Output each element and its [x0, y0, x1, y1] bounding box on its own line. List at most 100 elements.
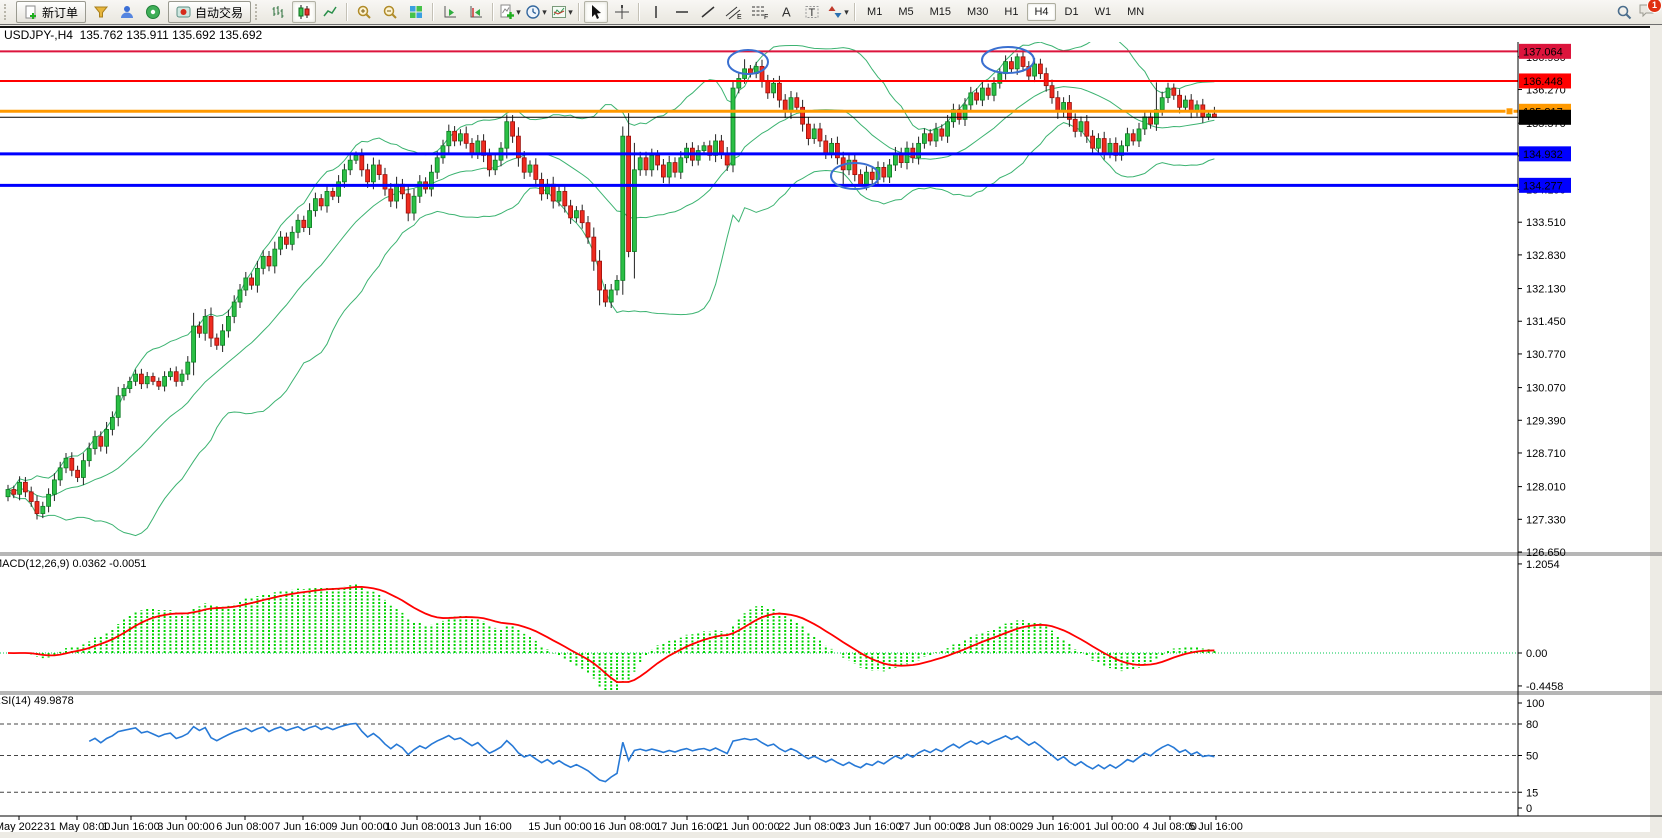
price-label-text: 137.064 — [1523, 46, 1563, 58]
toolbar-grip[interactable] — [255, 4, 262, 20]
candle — [151, 377, 155, 382]
macd-indicator-label: MACD(12,26,9) 0.0362 -0.0051 — [0, 558, 146, 570]
candle — [922, 134, 926, 144]
indicators-button[interactable]: ▾ — [498, 1, 522, 23]
candle — [412, 196, 416, 213]
candle — [302, 220, 306, 227]
candle — [569, 206, 573, 218]
price-tick-label: 130.070 — [1526, 383, 1566, 395]
search-icon[interactable] — [1616, 4, 1632, 20]
candle — [975, 93, 979, 100]
candle — [661, 165, 665, 177]
time-axis-label: 13 Jun 16:00 — [448, 821, 512, 832]
candle — [986, 88, 990, 95]
candle — [1073, 119, 1077, 131]
candle — [505, 122, 509, 148]
candle — [58, 468, 62, 480]
svg-text:A: A — [782, 5, 791, 20]
candle — [215, 338, 219, 345]
rsi-axis-label: 80 — [1526, 719, 1538, 731]
candle — [325, 191, 329, 205]
notifications-button[interactable]: 1 — [1638, 2, 1656, 23]
svg-text:E: E — [737, 14, 742, 20]
vertical-line-tool-button[interactable] — [644, 1, 668, 23]
timeframe-m15[interactable]: M15 — [923, 3, 958, 21]
candle — [371, 165, 375, 182]
candle — [1149, 117, 1153, 124]
periods-button[interactable]: ▾ — [524, 1, 548, 23]
time-axis-label: May 2022 — [0, 821, 43, 832]
candle — [35, 502, 39, 514]
candle — [679, 158, 683, 172]
label-tool-button[interactable]: T — [800, 1, 824, 23]
toolbar-grip[interactable] — [4, 4, 11, 20]
candle — [406, 194, 410, 213]
candle — [180, 374, 184, 381]
candle — [934, 129, 938, 141]
fibonacci-tool-button[interactable]: F — [748, 1, 772, 23]
market-button[interactable] — [115, 1, 139, 23]
candle — [476, 141, 480, 153]
candle — [806, 124, 810, 138]
candle — [574, 211, 578, 218]
channel-tool-button[interactable]: E — [722, 1, 746, 23]
candle — [534, 165, 538, 179]
timeframe-m1[interactable]: M1 — [860, 3, 889, 21]
candle — [1166, 88, 1170, 98]
candle — [586, 223, 590, 237]
price-chart[interactable]: 136.950136.270135.570134.890134.190133.5… — [0, 26, 1662, 832]
candle — [644, 158, 648, 170]
candle — [168, 372, 172, 377]
metaeditor-button[interactable] — [89, 1, 113, 23]
toolbar-separator — [854, 3, 856, 21]
cursor-tool-button[interactable] — [584, 1, 608, 23]
signals-button[interactable] — [141, 1, 165, 23]
bar-chart-button[interactable] — [266, 1, 290, 23]
crosshair-tool-button[interactable] — [610, 1, 634, 23]
trendline-tool-button[interactable] — [696, 1, 720, 23]
timeframe-h4[interactable]: H4 — [1027, 3, 1055, 21]
candle — [128, 381, 132, 388]
toolbar-separator — [346, 3, 348, 21]
candle — [1137, 129, 1141, 141]
templates-button[interactable]: ▾ — [550, 1, 574, 23]
text-tool-icon: A — [778, 4, 794, 20]
price-tick-label: 131.450 — [1526, 316, 1566, 328]
timeframe-m30[interactable]: M30 — [960, 3, 995, 21]
timeframe-m5[interactable]: M5 — [891, 3, 920, 21]
arrows-tool-button[interactable]: ▾ — [826, 1, 850, 23]
new-order-button[interactable]: 新订单 — [16, 1, 86, 23]
zoom-in-button[interactable] — [352, 1, 376, 23]
candle — [992, 83, 996, 95]
candlestick-chart-button[interactable] — [292, 1, 316, 23]
chart-shift-icon — [468, 4, 484, 20]
hline-handle[interactable] — [1506, 108, 1513, 115]
candle — [377, 165, 381, 175]
macd-axis-label: 0.00 — [1526, 648, 1547, 660]
indicators-caret: ▾ — [516, 7, 521, 18]
candle — [1172, 88, 1176, 95]
text-tool-button[interactable]: A — [774, 1, 798, 23]
time-axis-label: 27 Jun 00:00 — [898, 821, 962, 832]
timeframe-mn[interactable]: MN — [1120, 3, 1151, 21]
toolbar-separator — [578, 3, 580, 21]
auto-scroll-button[interactable] — [438, 1, 462, 23]
trendline-icon — [700, 4, 716, 20]
tile-windows-button[interactable] — [404, 1, 428, 23]
candle — [563, 191, 567, 205]
candle — [192, 326, 196, 362]
timeframe-h1[interactable]: H1 — [997, 3, 1025, 21]
horizontal-line-tool-button[interactable] — [670, 1, 694, 23]
candle — [348, 160, 352, 170]
timeframe-d1[interactable]: D1 — [1058, 3, 1086, 21]
time-axis-label: 9 Jun 00:00 — [331, 821, 389, 832]
candle — [673, 163, 677, 173]
candle — [696, 151, 700, 161]
chart-shift-button[interactable] — [464, 1, 488, 23]
zoom-out-button[interactable] — [378, 1, 402, 23]
line-chart-button[interactable] — [318, 1, 342, 23]
auto-trading-button[interactable]: 自动交易 — [168, 1, 251, 23]
new-order-icon — [24, 5, 38, 19]
timeframe-w1[interactable]: W1 — [1088, 3, 1119, 21]
time-axis-label: 1 Jul 00:00 — [1085, 821, 1139, 832]
